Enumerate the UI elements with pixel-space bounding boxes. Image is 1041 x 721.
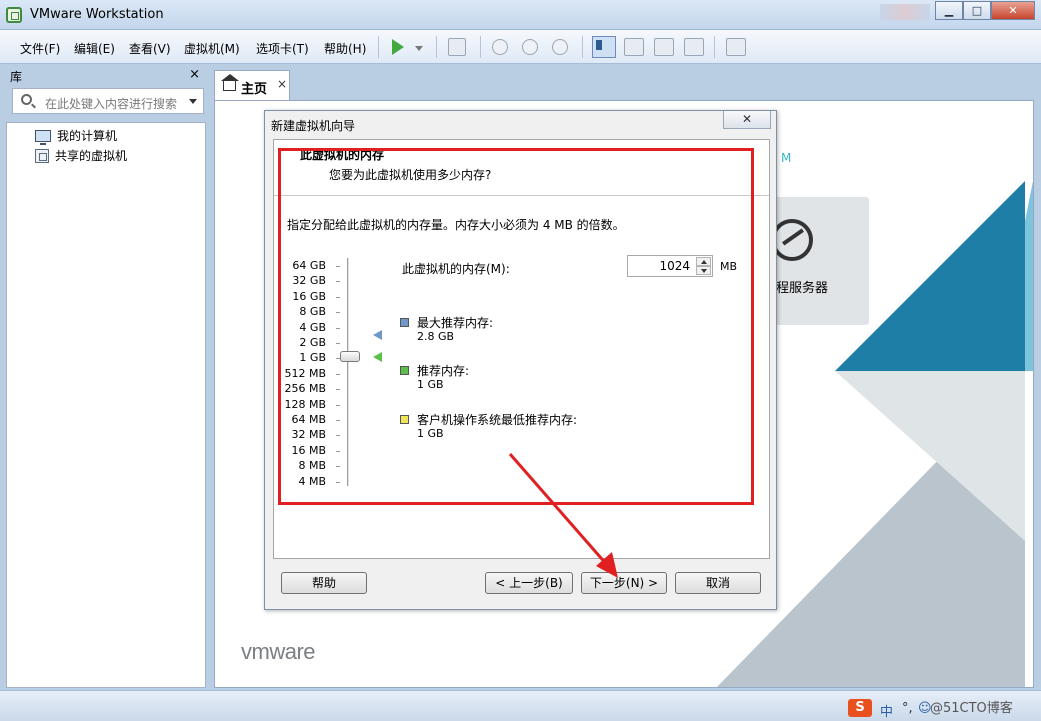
- ime-language[interactable]: 中: [880, 701, 893, 720]
- revert-snapshot-icon[interactable]: [522, 39, 538, 55]
- toolbar-separator: [582, 36, 583, 58]
- show-library-icon[interactable]: [592, 36, 616, 58]
- snapshot-manager-icon[interactable]: [552, 39, 568, 55]
- vmware-logo: vmware: [241, 639, 316, 664]
- menu-view[interactable]: 查看(V): [129, 40, 171, 57]
- title-bar-blur: [880, 4, 930, 20]
- menu-edit[interactable]: 编辑(E): [74, 40, 115, 57]
- maximize-button[interactable]: □: [963, 1, 991, 20]
- menu-file[interactable]: 文件(F): [20, 40, 60, 57]
- window-title: VMware Workstation: [30, 7, 164, 22]
- library-tree: 我的计算机 共享的虚拟机: [6, 122, 206, 688]
- menu-help[interactable]: 帮助(H): [324, 40, 366, 57]
- close-window-button[interactable]: ✕: [991, 1, 1035, 20]
- shared-vm-icon: [35, 148, 49, 163]
- library-close-icon[interactable]: ×: [189, 67, 200, 82]
- cancel-button[interactable]: 取消: [675, 572, 761, 594]
- send-ctrl-alt-del-icon[interactable]: [448, 38, 466, 56]
- window-controls: ▁ □ ✕: [935, 1, 1035, 20]
- tree-item-label: 共享的虚拟机: [55, 149, 128, 163]
- tab-close-icon[interactable]: ×: [277, 77, 287, 91]
- snapshot-icon[interactable]: [492, 39, 508, 55]
- console-view-icon[interactable]: [726, 38, 746, 56]
- dialog-title: 新建虚拟机向导: [271, 119, 356, 133]
- library-header: 库 ×: [6, 66, 206, 86]
- minimize-button[interactable]: ▁: [935, 1, 963, 20]
- unity-icon[interactable]: [684, 38, 704, 56]
- tree-item-my-computer[interactable]: 我的计算机: [35, 127, 118, 145]
- computer-icon: [35, 129, 51, 145]
- annotation-arrow: [508, 453, 618, 578]
- menu-toolbar: 文件(F) 编辑(E) 查看(V) 虚拟机(M) 选项卡(T) 帮助(H): [0, 30, 1041, 64]
- dialog-close-button[interactable]: ✕: [723, 111, 771, 129]
- search-icon: [21, 94, 32, 105]
- tab-strip: 主页 ×: [212, 66, 1036, 100]
- vmware-app-icon: [6, 7, 22, 23]
- power-dropdown-icon[interactable]: [415, 46, 423, 51]
- sogou-ime-icon[interactable]: S: [848, 699, 872, 717]
- menu-vm[interactable]: 虚拟机(M): [184, 40, 240, 57]
- home-icon: [221, 74, 239, 91]
- tab-home[interactable]: 主页 ×: [214, 70, 290, 100]
- remote-server-icon: [771, 219, 813, 261]
- toolbar-separator: [378, 36, 379, 58]
- full-screen-icon[interactable]: [654, 38, 674, 56]
- watermark: @51CTO博客: [930, 701, 1013, 716]
- status-bar: S 中 °, ☺: [0, 690, 1041, 721]
- tree-item-shared-vms[interactable]: 共享的虚拟机: [35, 147, 127, 164]
- toolbar-separator: [480, 36, 481, 58]
- thumbnail-bar-icon[interactable]: [624, 38, 644, 56]
- tray-dot-icon[interactable]: °,: [902, 701, 913, 716]
- power-on-icon[interactable]: [392, 39, 404, 55]
- library-search-input[interactable]: 在此处键入内容进行搜索: [12, 88, 204, 114]
- help-button[interactable]: 帮助: [281, 572, 367, 594]
- tab-home-label: 主页: [241, 82, 268, 97]
- search-dropdown-icon[interactable]: [189, 99, 197, 104]
- tree-item-label: 我的计算机: [57, 129, 118, 143]
- title-bar: VMware Workstation ▁ □ ✕: [0, 0, 1041, 30]
- library-title: 库: [10, 70, 23, 84]
- toolbar-separator: [714, 36, 715, 58]
- search-placeholder: 在此处键入内容进行搜索: [45, 97, 178, 111]
- toolbar-separator: [436, 36, 437, 58]
- library-panel: 库 × 在此处键入内容进行搜索 我的计算机 共享的虚拟机: [6, 66, 206, 688]
- home-heading-fragment: M: [781, 151, 792, 165]
- menu-tabs[interactable]: 选项卡(T): [256, 40, 309, 57]
